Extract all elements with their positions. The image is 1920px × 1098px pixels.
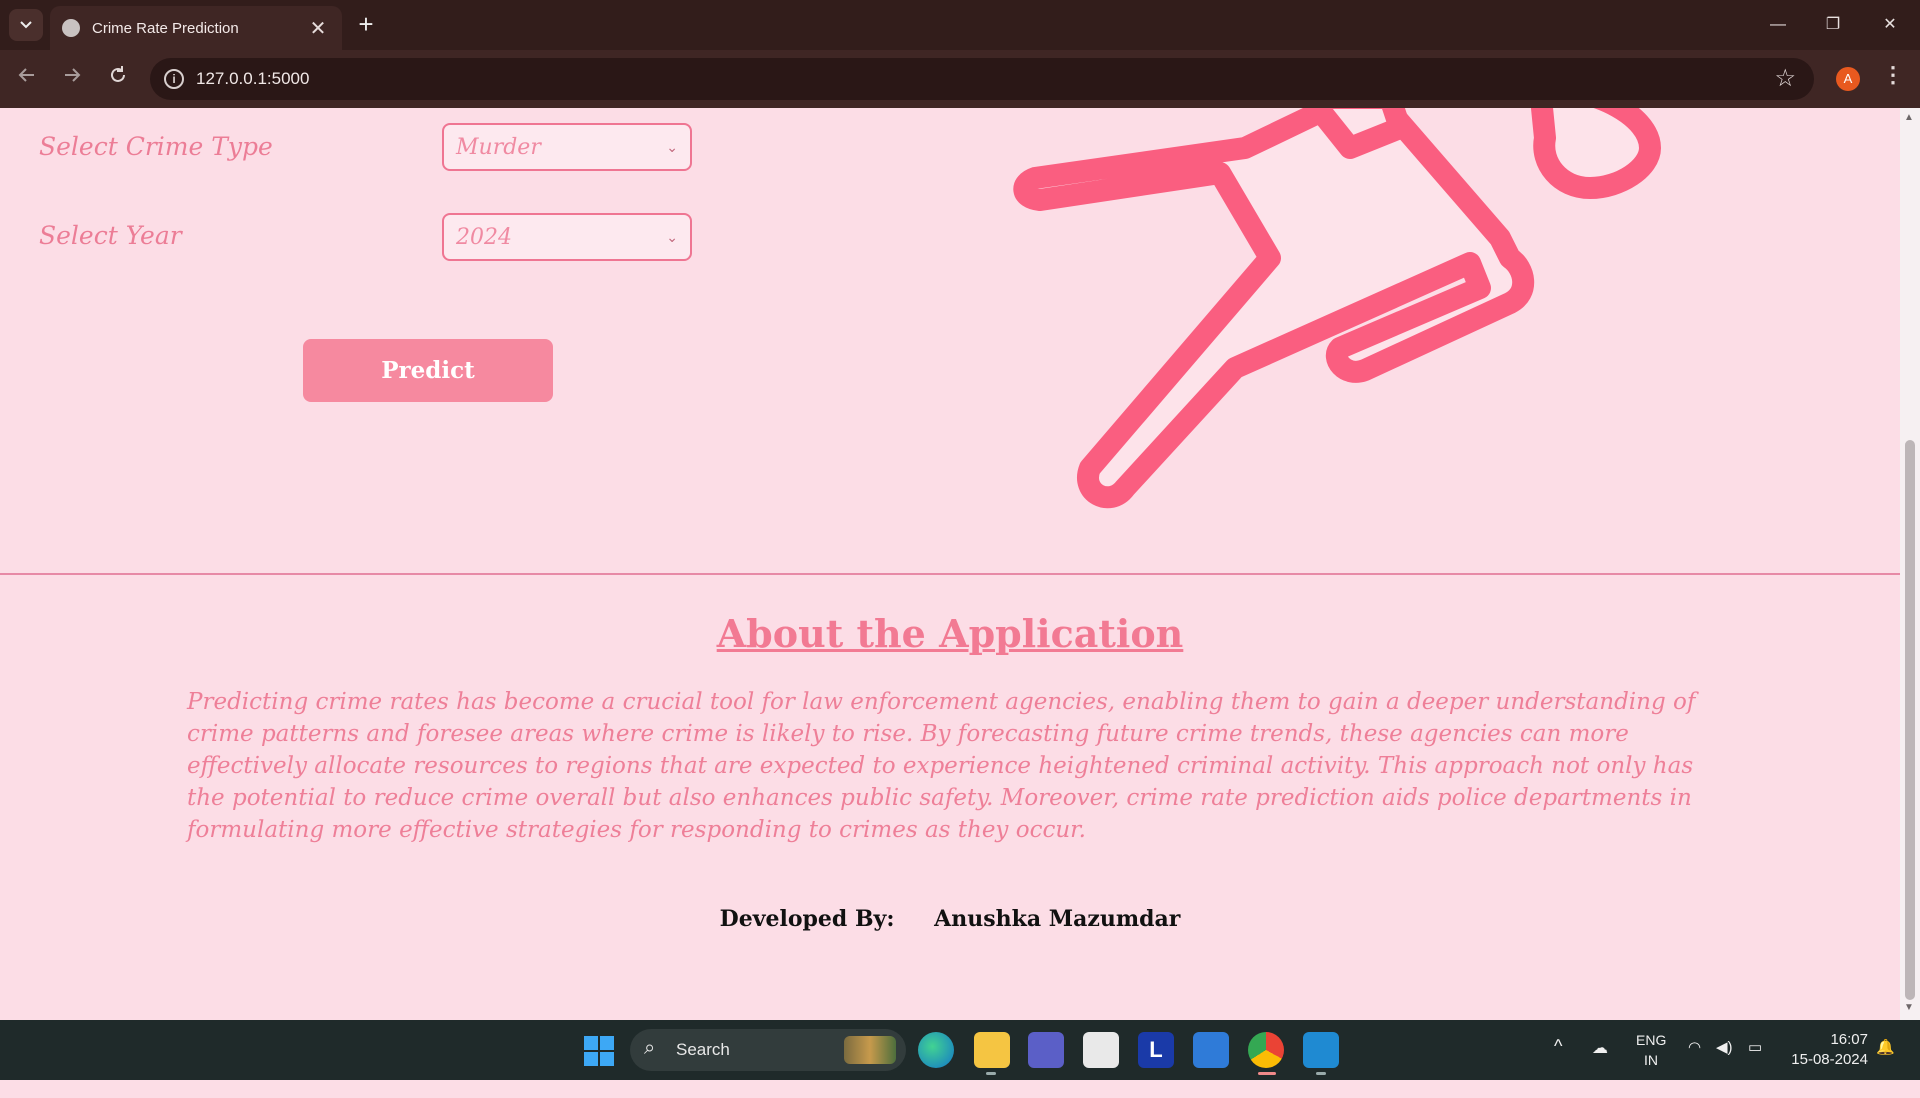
restore-button[interactable]: ❐ [1813, 10, 1853, 40]
region-code: IN [1644, 1052, 1658, 1068]
about-title: About the Application [716, 611, 1184, 656]
wifi-icon[interactable]: ◠ [1688, 1038, 1701, 1098]
section-divider [0, 573, 1900, 575]
volume-icon[interactable]: ◀) [1716, 1038, 1733, 1098]
year-label: Select Year [39, 221, 182, 250]
crime-type-select[interactable]: Murder ⌄ [442, 123, 692, 171]
battery-icon[interactable]: ▭ [1748, 1038, 1762, 1098]
developer-name: Anushka Mazumdar [934, 906, 1181, 932]
arrow-right-icon [65, 68, 81, 82]
bookmark-star-icon[interactable]: ☆ [1774, 64, 1796, 93]
file-explorer-icon[interactable] [974, 1032, 1010, 1068]
url-text[interactable]: 127.0.0.1:5000 [196, 69, 309, 89]
chrome-icon[interactable] [1248, 1032, 1284, 1068]
arrow-left-icon [18, 68, 34, 82]
browser-tab[interactable]: Crime Rate Prediction ✕ [50, 6, 342, 50]
running-indicator [986, 1072, 996, 1075]
crime-scene-outline-illustration [1013, 108, 1661, 509]
language-code: ENG [1636, 1032, 1667, 1048]
scroll-up-arrow-icon[interactable]: ▲ [1904, 112, 1914, 123]
notification-bell-icon[interactable]: 🔔 [1876, 1038, 1895, 1098]
l-app-icon[interactable]: L [1138, 1032, 1174, 1068]
crime-type-label: Select Crime Type [39, 132, 273, 161]
chevron-down-icon [20, 21, 32, 29]
windows-logo-pane [584, 1036, 598, 1050]
year-select[interactable]: 2024 ⌄ [442, 213, 692, 261]
profile-avatar[interactable]: A [1836, 67, 1860, 91]
browser-titlebar: Crime Rate Prediction ✕ + — ❐ ✕ [0, 0, 1920, 50]
edge-icon[interactable] [918, 1032, 954, 1068]
page-scrollbar[interactable]: ▲ ▼ [1900, 108, 1920, 1020]
browser-toolbar: i 127.0.0.1:5000 ☆ A ⋮ [0, 50, 1920, 108]
crime-type-value: Murder [456, 134, 541, 160]
page-viewport: Select Crime Type Murder ⌄ Select Year 2… [0, 108, 1900, 1020]
reload-icon [111, 66, 125, 82]
chevron-down-icon: ⌄ [666, 228, 678, 245]
address-bar[interactable]: i 127.0.0.1:5000 ☆ [150, 58, 1814, 100]
reload-button[interactable] [103, 64, 133, 94]
vscode-icon[interactable] [1303, 1032, 1339, 1068]
search-highlight-image [844, 1036, 896, 1064]
tab-search-button[interactable] [9, 9, 43, 41]
globe-icon [62, 19, 80, 37]
about-paragraph: Predicting crime rates has become a cruc… [187, 689, 1696, 843]
search-icon: ⌕ [644, 1037, 656, 1059]
new-tab-button[interactable]: + [352, 11, 380, 39]
store-icon[interactable] [1083, 1032, 1119, 1068]
minimize-button[interactable]: — [1758, 10, 1798, 40]
onedrive-icon[interactable]: ☁ [1592, 1038, 1608, 1098]
active-app-indicator [1258, 1072, 1276, 1075]
tab-close-icon[interactable]: ✕ [306, 16, 330, 41]
windows-logo-pane [600, 1036, 614, 1050]
site-info-icon[interactable]: i [164, 69, 184, 89]
pen-app-icon[interactable] [1193, 1032, 1229, 1068]
tray-overflow-chevron-icon[interactable]: ^ [1554, 1036, 1562, 1096]
windows-logo-pane [584, 1052, 598, 1066]
clock-time: 16:07 [1830, 1031, 1868, 1048]
windows-logo-pane [600, 1052, 614, 1066]
teams-icon[interactable] [1028, 1032, 1064, 1068]
menu-kebab-icon[interactable]: ⋮ [1882, 62, 1904, 88]
clock-date: 15-08-2024 [1791, 1051, 1868, 1068]
running-indicator [1316, 1072, 1326, 1075]
close-window-button[interactable]: ✕ [1870, 10, 1910, 40]
taskbar-search[interactable]: ⌕ Search [630, 1029, 906, 1071]
scroll-thumb[interactable] [1905, 440, 1915, 1000]
chevron-down-icon: ⌄ [666, 138, 678, 155]
start-button[interactable] [584, 1036, 614, 1066]
developer-credit: Developed By: Anushka Mazumdar [0, 906, 1900, 932]
windows-taskbar: ⌕ Search L ^ ☁ ENG IN ◠ ◀) ▭ 16:07 15-08… [0, 1020, 1920, 1080]
clock[interactable]: 16:07 15-08-2024 [1786, 1030, 1868, 1070]
language-indicator[interactable]: ENG IN [1636, 1030, 1666, 1070]
tab-title: Crime Rate Prediction [92, 19, 239, 37]
scroll-down-arrow-icon[interactable]: ▼ [1904, 1002, 1914, 1013]
developed-by-label: Developed By: [719, 906, 895, 932]
predict-button[interactable]: Predict [303, 339, 553, 402]
back-button[interactable] [12, 64, 42, 94]
taskbar-search-label: Search [676, 1040, 730, 1059]
forward-button[interactable] [57, 64, 87, 94]
year-value: 2024 [456, 224, 512, 250]
